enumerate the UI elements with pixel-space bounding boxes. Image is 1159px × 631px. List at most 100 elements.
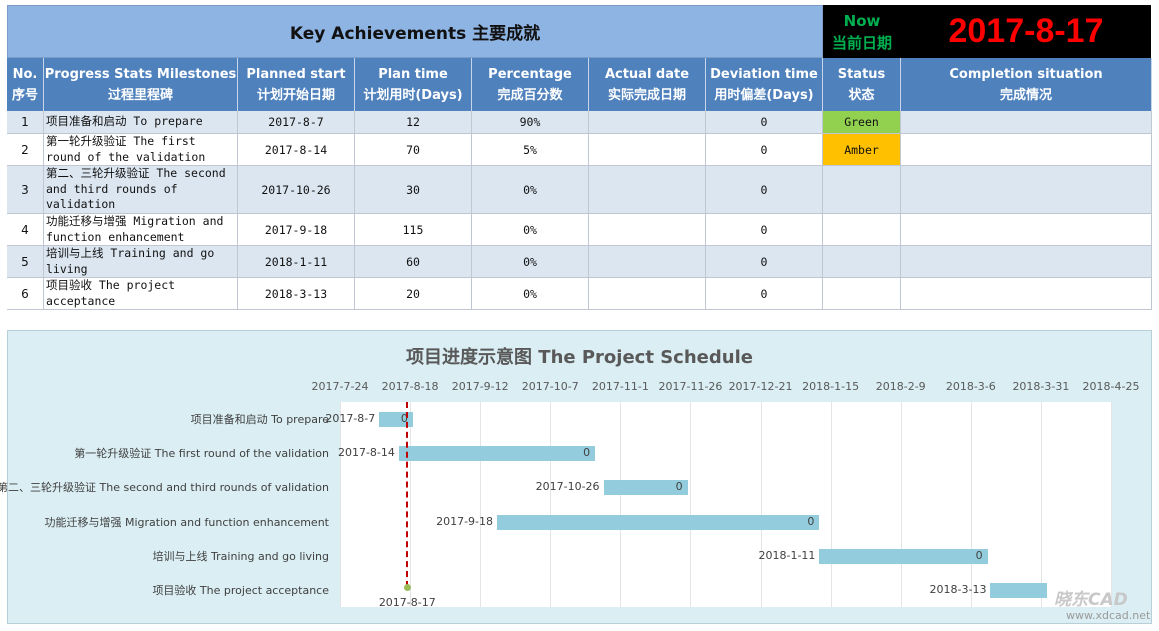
cell-milestone[interactable]: 项目准备和启动 To prepare [44, 111, 238, 134]
current-date[interactable]: 2017-8-17 [901, 5, 1151, 58]
cell-actual[interactable] [589, 214, 706, 246]
cell-pct[interactable]: 0% [472, 166, 589, 214]
cell-completion[interactable] [901, 246, 1152, 278]
bar-start-label: 2018-1-11 [758, 548, 816, 562]
cell-plan[interactable]: 30 [355, 166, 472, 214]
category-label: 培训与上线 Training and go living [152, 549, 329, 563]
gantt-bar[interactable] [398, 446, 596, 462]
column-header-cn: 完成情况 [999, 87, 1052, 103]
cell-plan[interactable]: 115 [355, 214, 472, 246]
cell-status[interactable] [823, 214, 901, 246]
cell-status[interactable] [823, 166, 901, 214]
x-gridline [340, 402, 341, 607]
category-label: 功能迁移与增强 Migration and function enhanceme… [44, 515, 330, 529]
cell-status[interactable]: Green [823, 111, 901, 134]
watermark-logo: 晓东CAD [1054, 590, 1128, 610]
cell-completion[interactable] [901, 214, 1152, 246]
cell-completion[interactable] [901, 134, 1152, 166]
cell-completion[interactable] [901, 111, 1152, 134]
cell-status[interactable]: Amber [823, 134, 901, 166]
cell-plan[interactable]: 20 [355, 278, 472, 310]
cell-no[interactable]: 4 [7, 214, 44, 246]
cell-status[interactable] [823, 246, 901, 278]
cell-start[interactable]: 2017-10-26 [238, 166, 355, 214]
cell-actual[interactable] [589, 111, 706, 134]
cell-plan[interactable]: 70 [355, 134, 472, 166]
cell-no[interactable]: 1 [7, 111, 44, 134]
x-tick-label: 2017-9-12 [451, 380, 509, 393]
column-header-plan: Plan time 计划用时(Days) [355, 58, 472, 111]
cell-start[interactable]: 2017-8-14 [238, 134, 355, 166]
column-header-status: Status 状态 [823, 58, 901, 111]
x-gridline [690, 402, 692, 607]
cell-no[interactable]: 6 [7, 278, 44, 310]
category-label: 项目准备和启动 To prepare [190, 413, 329, 427]
cell-start[interactable]: 2018-3-13 [238, 278, 355, 310]
x-tick-label: 2018-4-25 [1082, 380, 1140, 393]
bar-value-label: 0 [975, 548, 983, 562]
bar-start-label: 2018-3-13 [929, 582, 987, 596]
cell-pct[interactable]: 0% [472, 246, 589, 278]
bar-start-label: 2017-9-18 [436, 514, 494, 528]
cell-plan[interactable]: 12 [355, 111, 472, 134]
category-label: 第一轮升级验证 The first round of the validatio… [74, 447, 329, 461]
cell-actual[interactable] [589, 246, 706, 278]
column-header-cn: 用时偏差(Days) [714, 87, 814, 103]
column-header-cn: 完成百分数 [497, 87, 563, 103]
cell-completion[interactable] [901, 166, 1152, 214]
column-header-en: Percentage [488, 66, 572, 82]
cell-deviation[interactable]: 0 [706, 214, 823, 246]
x-tick-label: 2018-2-9 [875, 380, 926, 393]
cell-actual[interactable] [589, 166, 706, 214]
cell-plan[interactable]: 60 [355, 246, 472, 278]
column-header-en: Progress Stats Milestones [44, 66, 237, 82]
cell-start[interactable]: 2017-9-18 [238, 214, 355, 246]
column-header-en: Plan time [378, 66, 448, 82]
cell-start[interactable]: 2017-8-7 [238, 111, 355, 134]
cell-no[interactable]: 5 [7, 246, 44, 278]
current-date-label: 2017-8-17 [378, 596, 436, 609]
column-header-en: Deviation time [710, 66, 818, 82]
gantt-bar[interactable] [497, 514, 820, 530]
cell-milestone[interactable]: 第二、三轮升级验证 The second and third rounds of… [44, 166, 238, 214]
cell-pct[interactable]: 90% [472, 111, 589, 134]
plot-area [340, 402, 1111, 607]
cell-milestone[interactable]: 培训与上线 Training and go living [44, 246, 238, 278]
cell-deviation[interactable]: 0 [706, 246, 823, 278]
column-header-en: Planned start [246, 66, 346, 82]
chart-title: 项目进度示意图 The Project Schedule [406, 347, 753, 368]
cell-milestone[interactable]: 项目验收 The project acceptance [44, 278, 238, 310]
cell-deviation[interactable]: 0 [706, 166, 823, 214]
cell-no[interactable]: 2 [7, 134, 44, 166]
cell-milestone[interactable]: 功能迁移与增强 Migration and function enhanceme… [44, 214, 238, 246]
cell-start[interactable]: 2018-1-11 [238, 246, 355, 278]
cell-pct[interactable]: 0% [472, 214, 589, 246]
x-gridline [410, 402, 412, 607]
cell-actual[interactable] [589, 134, 706, 166]
cell-status[interactable] [823, 278, 901, 310]
now-label-cn: 当前日期 [831, 33, 892, 52]
x-tick-label: 2018-1-15 [802, 380, 860, 393]
x-gridline [760, 402, 762, 607]
column-header-cn: 实际完成日期 [607, 87, 686, 103]
gantt-bar[interactable] [819, 548, 988, 564]
x-tick-label: 2017-12-21 [728, 380, 793, 393]
cell-pct[interactable]: 5% [472, 134, 589, 166]
x-tick-label: 2018-3-31 [1012, 380, 1070, 393]
bar-value-label: 0 [583, 446, 591, 460]
x-tick-label: 2017-10-7 [521, 380, 579, 393]
gantt-bar[interactable] [990, 582, 1047, 598]
cell-pct[interactable]: 0% [472, 278, 589, 310]
cell-completion[interactable] [901, 278, 1152, 310]
x-tick-label: 2017-7-24 [311, 380, 369, 393]
cell-no[interactable]: 3 [7, 166, 44, 214]
cell-deviation[interactable]: 0 [706, 111, 823, 134]
x-tick-label: 2017-11-26 [658, 380, 723, 393]
cell-deviation[interactable]: 0 [706, 134, 823, 166]
cell-deviation[interactable]: 0 [706, 278, 823, 310]
cell-actual[interactable] [589, 278, 706, 310]
x-gridline [970, 402, 972, 607]
column-header-milestone: Progress Stats Milestones 过程里程碑 [44, 58, 238, 111]
cell-milestone[interactable]: 第一轮升级验证 The first round of the validatio… [44, 134, 238, 166]
bar-value-label: 0 [807, 514, 815, 528]
